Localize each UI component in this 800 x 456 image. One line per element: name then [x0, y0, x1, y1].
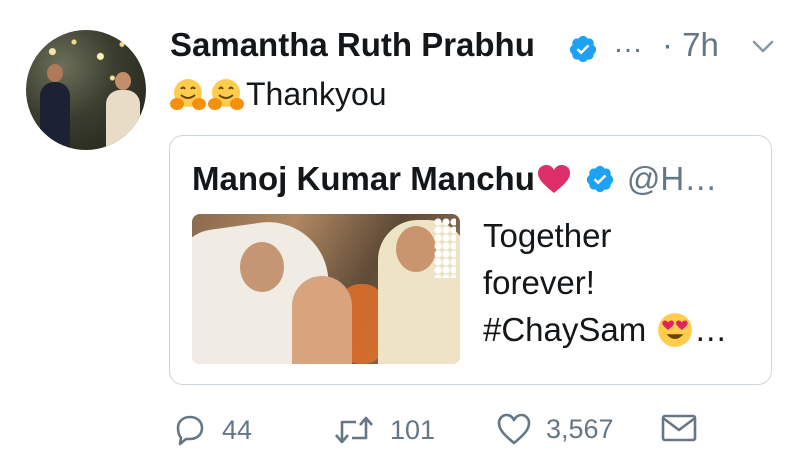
retweet-count: 101 [390, 414, 436, 445]
chevron-down-icon[interactable] [752, 40, 774, 54]
direct-message-icon [661, 414, 697, 442]
tweet-actions: 44 101 3,567 [170, 412, 710, 452]
reply-count: 44 [222, 414, 253, 445]
name-truncation: … [613, 26, 643, 59]
verified-badge-icon [569, 35, 597, 63]
tweet-header: Samantha Ruth Prabhu … · 7h [170, 22, 780, 72]
tweet-timestamp[interactable]: · 7h [662, 26, 719, 64]
quoted-author-name: Manoj Kumar Manchu [192, 160, 535, 197]
tweet-body: Thankyou [246, 76, 387, 112]
like-icon [497, 413, 531, 445]
quoted-tweet-text: Together forever! #ChaySam … [483, 212, 727, 353]
heart-eyes-emoji-icon [658, 312, 693, 347]
hugging-face-icon [208, 78, 244, 110]
quoted-tweet-header: Manoj Kumar Manchu @H… [192, 160, 717, 198]
reply-button[interactable]: 44 [172, 412, 252, 448]
retweet-button[interactable]: 101 [332, 412, 435, 448]
author-name[interactable]: Samantha Ruth Prabhu [170, 26, 535, 64]
reply-icon [176, 415, 204, 446]
quoted-text-line-with-emoji: #ChaySam … [483, 306, 727, 353]
quoted-text-line: forever! [483, 264, 595, 301]
quoted-author-handle: @H… [626, 160, 718, 197]
avatar-photo-person [106, 72, 140, 150]
direct-message-button[interactable] [660, 412, 698, 444]
retweet-icon [335, 416, 373, 444]
quoted-text-line: Together [483, 217, 612, 254]
quoted-tweet-photo[interactable] [192, 214, 460, 364]
avatar[interactable] [26, 30, 146, 150]
photo-bride-head [396, 226, 436, 272]
heart-emoji-icon [537, 165, 570, 193]
verified-badge-icon [586, 165, 613, 193]
photo-flowers [434, 218, 456, 278]
quoted-tweet-card[interactable]: Manoj Kumar Manchu @H… Together forever!… [169, 135, 772, 385]
hugging-face-icon [170, 78, 206, 110]
photo-groom-head [240, 242, 284, 292]
like-count: 3,567 [546, 413, 614, 444]
photo-priest [292, 276, 352, 364]
quoted-text-truncation: … [694, 311, 728, 348]
like-button[interactable]: 3,567 [496, 412, 614, 446]
tweet-text: Thankyou [170, 76, 387, 113]
avatar-photo-person [40, 64, 70, 150]
hashtag: #ChaySam [483, 311, 647, 348]
